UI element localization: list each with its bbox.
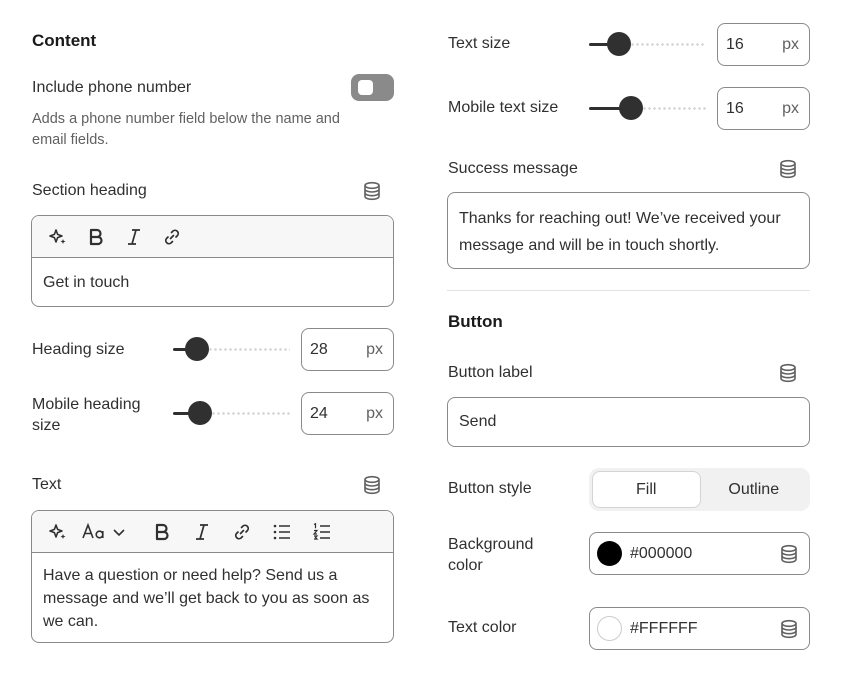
success-message-field[interactable]: Thanks for reaching out! We’ve received … [447,192,810,269]
section-heading-text[interactable]: Get in touch [32,258,393,302]
mobile-text-size-label: Mobile text size [448,99,559,116]
bold-icon[interactable] [146,516,178,548]
bold-icon[interactable] [80,221,112,253]
text-color-label: Text color [448,619,517,636]
database-icon[interactable] [362,475,382,495]
bullet-list-icon[interactable] [266,516,298,548]
database-icon[interactable] [779,619,799,639]
slider-thumb[interactable] [619,96,643,120]
outline-option[interactable]: Outline [701,471,808,508]
slider-track [206,412,290,415]
success-message-label: Success message [448,160,578,177]
text-size-value[interactable]: 16 [726,36,744,54]
mobile-heading-size-value[interactable]: 24 [310,405,328,423]
content-section-title: Content [32,31,97,50]
mobile-heading-size-slider[interactable] [173,401,290,425]
text-size-slider[interactable] [589,32,706,56]
background-color-label: Background color [448,536,534,574]
text-size-label: Text size [448,35,511,52]
background-color-value[interactable]: #000000 [630,545,779,563]
unit-label: px [782,35,799,53]
button-style-label: Button style [448,480,532,497]
font-icon[interactable] [82,516,138,548]
database-icon[interactable] [362,181,382,201]
text-color-input[interactable]: #FFFFFF [589,607,810,650]
sparkle-icon[interactable] [42,516,74,548]
database-icon[interactable] [778,363,798,383]
unit-label: px [366,340,383,358]
button-label-label: Button label [448,364,533,381]
slider-thumb[interactable] [185,337,209,361]
fill-option[interactable]: Fill [592,471,701,508]
italic-icon[interactable] [118,221,150,253]
text-editor[interactable]: Have a question or need help? Send us a … [31,510,394,643]
text-editor-content[interactable]: Have a question or need help? Send us a … [32,553,393,641]
database-icon[interactable] [779,544,799,564]
phone-help-text: Adds a phone number field below the name… [32,111,340,148]
section-heading-label: Section heading [32,182,147,199]
slider-thumb[interactable] [607,32,631,56]
button-style-segmented[interactable]: Fill Outline [589,468,810,511]
heading-size-input[interactable]: 28 px [301,328,394,371]
text-size-input[interactable]: 16 px [717,23,810,66]
chevron-down-icon [113,528,125,536]
toggle-knob [358,80,373,95]
color-swatch[interactable] [597,616,622,641]
phone-toggle-label: Include phone number [32,79,192,96]
slider-track [203,348,290,351]
heading-size-slider[interactable] [173,337,290,361]
heading-size-value[interactable]: 28 [310,341,328,359]
mobile-heading-size-input[interactable]: 24 px [301,392,394,435]
link-icon[interactable] [226,516,258,548]
unit-label: px [782,99,799,117]
mobile-heading-size-label: Mobile heading size [32,396,141,434]
unit-label: px [366,404,383,422]
phone-toggle[interactable] [351,74,394,101]
background-color-input[interactable]: #000000 [589,532,810,575]
slider-track [637,107,706,110]
mobile-text-size-slider[interactable] [589,96,706,120]
slider-track [625,43,706,46]
divider [447,290,810,291]
text-label: Text [32,476,62,493]
database-icon[interactable] [778,159,798,179]
heading-size-label: Heading size [32,341,125,358]
sparkle-icon[interactable] [42,221,74,253]
button-section-title: Button [448,312,503,331]
editor-toolbar [32,511,393,553]
numbered-list-icon[interactable] [306,516,338,548]
color-swatch[interactable] [597,541,622,566]
section-heading-editor[interactable]: Get in touch [31,215,394,307]
mobile-text-size-value[interactable]: 16 [726,100,744,118]
italic-icon[interactable] [186,516,218,548]
link-icon[interactable] [156,221,188,253]
text-color-value[interactable]: #FFFFFF [630,620,779,638]
button-label-input[interactable]: Send [447,397,810,447]
editor-toolbar [32,216,393,258]
slider-thumb[interactable] [188,401,212,425]
mobile-text-size-input[interactable]: 16 px [717,87,810,130]
